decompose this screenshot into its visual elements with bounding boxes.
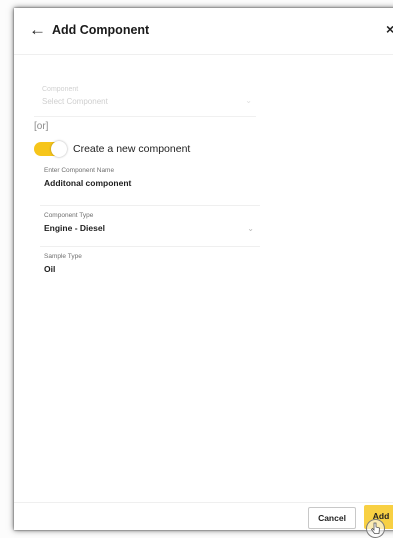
add-component-panel: ← Add Component × Component Select Compo… [14, 8, 393, 530]
app-background: ← Add Component × Component Select Compo… [0, 0, 393, 538]
component-type-value: Engine - Diesel [44, 223, 105, 233]
select-component-dropdown: Component Select Component ⌄ [34, 80, 256, 117]
cancel-button[interactable]: Cancel [308, 507, 356, 529]
create-component-toggle-label: Create a new component [73, 143, 191, 155]
pointer-cursor-icon [366, 519, 385, 538]
toggle-knob [51, 141, 67, 157]
component-name-field[interactable]: Enter Component Name Additonal component [40, 167, 260, 206]
sample-type-field: Sample Type Oil [40, 253, 260, 277]
component-name-label: Enter Component Name [44, 167, 115, 174]
panel-footer: Cancel Add [14, 502, 393, 530]
panel-title: Add Component [52, 23, 150, 37]
chevron-down-icon: ⌄ [245, 96, 252, 105]
select-component-label: Component [42, 86, 79, 93]
create-component-toggle[interactable] [34, 141, 67, 157]
component-name-input[interactable]: Additonal component [44, 178, 131, 188]
sample-type-label: Sample Type [44, 253, 82, 260]
select-component-value: Select Component [42, 97, 108, 106]
or-separator: [or] [34, 121, 49, 132]
component-type-label: Component Type [44, 212, 94, 219]
sample-type-value: Oil [44, 264, 56, 274]
panel-header: ← Add Component × [14, 8, 393, 55]
close-icon[interactable]: × [386, 21, 393, 37]
arrow-left-icon[interactable]: ← [29, 21, 46, 39]
chevron-down-icon[interactable]: ⌄ [247, 224, 254, 233]
component-type-select[interactable]: Component Type Engine - Diesel ⌄ [40, 212, 260, 247]
